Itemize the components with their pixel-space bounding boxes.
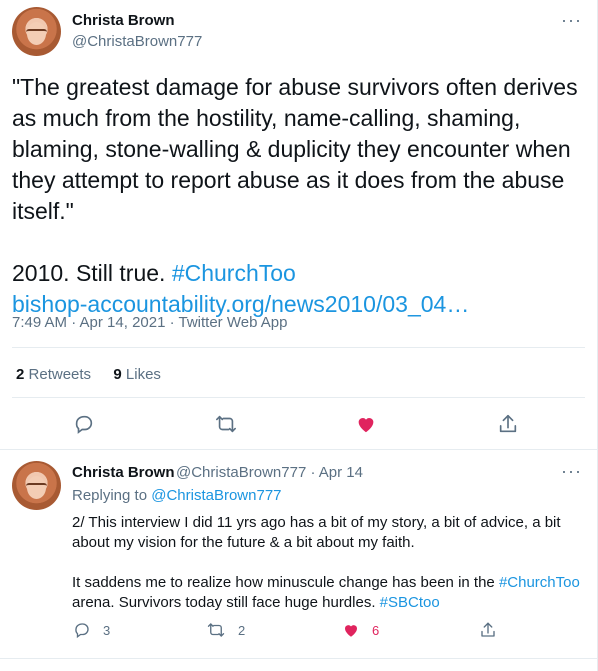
author-name[interactable]: Christa Brown: [72, 12, 175, 29]
reply-handle-date[interactable]: @ChristaBrown777 · Apr 14: [176, 464, 363, 481]
reply-author-name[interactable]: Christa Brown: [72, 464, 175, 481]
like-count: 6: [372, 622, 380, 638]
likes-label: Likes: [125, 366, 161, 383]
like-icon[interactable]: [355, 413, 377, 435]
avatar[interactable]: [12, 7, 61, 56]
avatar-glasses: [25, 482, 48, 489]
share-button[interactable]: [479, 621, 497, 639]
like-icon: [342, 621, 360, 639]
retweets-label: Retweets: [28, 366, 92, 383]
hashtag-link[interactable]: #ChurchToo: [172, 260, 296, 286]
retweet-button[interactable]: 2: [206, 621, 245, 639]
reply-button[interactable]: 3: [73, 621, 110, 639]
retweets-count: 2: [16, 366, 25, 383]
avatar-glasses: [25, 28, 48, 35]
retweet-count: 2: [238, 622, 246, 638]
divider: [12, 347, 585, 348]
divider: [0, 658, 597, 659]
retweet-icon[interactable]: [214, 413, 238, 435]
replying-to: Replying to @ChristaBrown777: [72, 487, 282, 504]
tweet-thread: Christa Brown @ChristaBrown777 ··· "The …: [0, 0, 598, 671]
hashtag-link[interactable]: #SBCtoo: [380, 594, 440, 611]
divider: [0, 449, 597, 450]
replying-label: Replying to: [72, 487, 152, 504]
author-handle[interactable]: @ChristaBrown777: [72, 33, 202, 50]
share-icon: [479, 621, 497, 639]
reply-count: 3: [103, 622, 111, 638]
likes-stat[interactable]: 9 Likes: [113, 366, 161, 383]
reply-icon[interactable]: [73, 413, 95, 435]
divider: [12, 397, 585, 398]
reply-paragraph-1: 2/ This interview I did 11 yrs ago has a…: [72, 514, 565, 551]
reply-paragraph-2: It saddens me to realize how minuscule c…: [72, 574, 499, 591]
tweet-stats: 2 Retweets 9 Likes: [16, 366, 161, 383]
tweet-timestamp[interactable]: 7:49 AM · Apr 14, 2021 · Twitter Web App: [12, 314, 287, 331]
hashtag-link[interactable]: #ChurchToo: [499, 574, 580, 591]
reply-avatar[interactable]: [12, 461, 61, 510]
tweet-text: "The greatest damage for abuse survivors…: [12, 72, 582, 320]
share-icon[interactable]: [497, 413, 519, 435]
tweet-line2: 2010. Still true.: [12, 260, 172, 286]
retweets-stat[interactable]: 2 Retweets: [16, 366, 91, 383]
likes-count: 9: [113, 366, 122, 383]
reply-icon: [73, 621, 91, 639]
like-button[interactable]: 6: [342, 621, 379, 639]
more-icon[interactable]: ···: [561, 11, 582, 29]
tweet-quote: "The greatest damage for abuse survivors…: [12, 74, 584, 224]
reply-text: 2/ This interview I did 11 yrs ago has a…: [72, 513, 582, 613]
retweet-icon: [206, 621, 226, 639]
replying-handle[interactable]: @ChristaBrown777: [151, 487, 281, 504]
more-icon[interactable]: ···: [561, 462, 582, 480]
